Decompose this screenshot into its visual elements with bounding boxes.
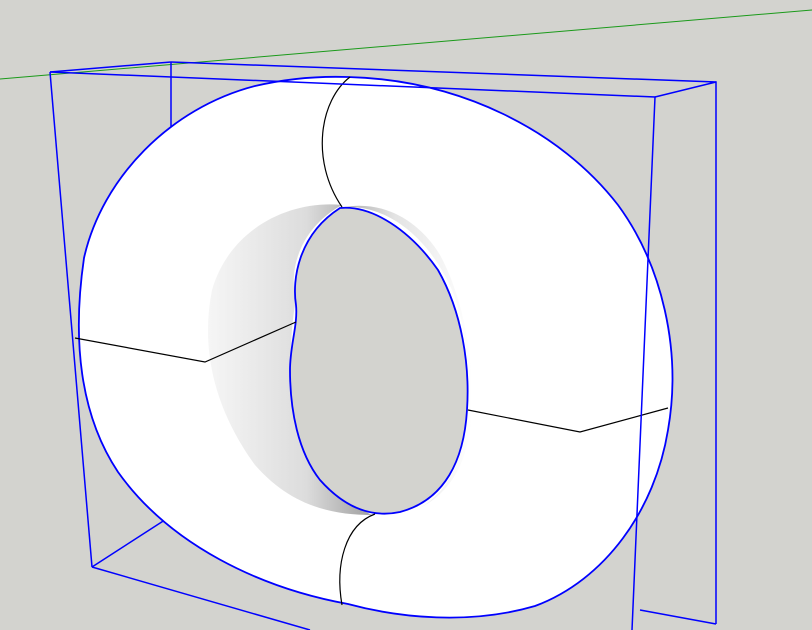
green-axis-line: [0, 9, 812, 80]
3d-scene-canvas[interactable]: [0, 0, 812, 630]
sketchup-viewport[interactable]: [0, 0, 812, 630]
